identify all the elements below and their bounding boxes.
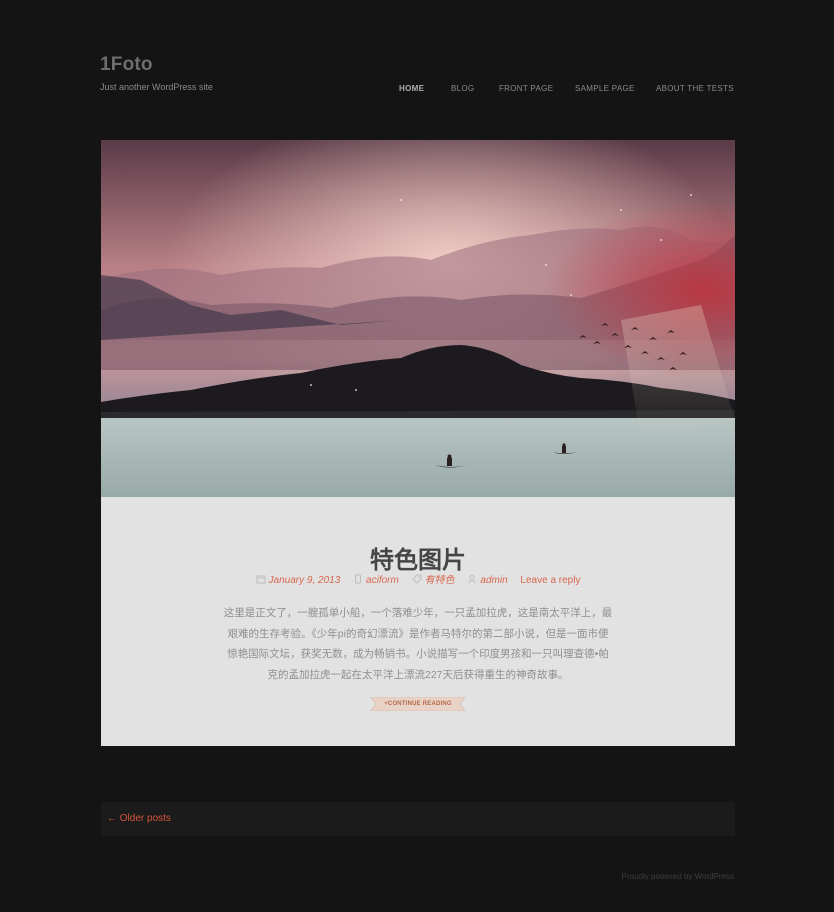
continue-reading-button[interactable]: +CONTINUE READING [371,697,465,711]
post-excerpt: 这里是正文了，一艘孤单小船，一个落难少年，一只孟加拉虎，这是南太平洋上，最 艰难… [219,603,617,685]
post-date[interactable]: January 9, 2013 [256,574,341,586]
post-title[interactable]: 特色图片 [101,540,735,575]
post-category[interactable]: aciform [353,574,399,586]
post-author-label: admin [480,575,508,586]
post-category-label: aciform [366,575,399,586]
footer-credit[interactable]: Proudly powered by WordPress [622,872,734,881]
nav-item-home[interactable]: HOME [399,84,424,93]
folder-icon [353,574,363,584]
post-date-label: January 9, 2013 [268,575,341,586]
pagination-bar: ← Older posts [101,802,735,836]
post-tag[interactable]: 有特色 [411,571,455,586]
older-posts-link[interactable]: ← Older posts [107,813,171,824]
nav-item-front-page[interactable]: FRONT PAGE [499,84,553,93]
calendar-icon [256,574,266,584]
excerpt-line: 这里是正文了，一艘孤单小船，一个落难少年，一只孟加拉虎，这是南太平洋上，最 [223,607,613,619]
nav-item-sample-page[interactable]: SAMPLE PAGE [575,84,635,93]
post-meta: January 9, 2013 aciform 有特色 admin Leave … [101,571,735,586]
user-icon [467,574,477,584]
post-author[interactable]: admin [467,574,508,586]
post-tag-label: 有特色 [424,575,455,586]
leave-reply-link[interactable]: Leave a reply [520,575,580,586]
nav-item-blog[interactable]: BLOG [451,84,474,93]
continue-reading-label: +CONTINUE READING [384,701,452,707]
site-description: Just another WordPress site [100,82,213,92]
excerpt-line: 克的孟加拉虎一起在太平洋上漂流227天后获得重生的神奇故事。 [267,668,569,681]
excerpt-line: 艰难的生存考验。《少年pi的奇幻漂流》是作者马特尔的第二部小说，但是一面市便 [227,627,609,640]
site-title[interactable]: 1Foto [100,54,153,76]
post-card: 特色图片 January 9, 2013 aciform 有特色 admin L… [101,140,735,746]
tag-icon [411,574,422,584]
featured-image[interactable] [101,140,735,497]
nav-item-about-the-tests[interactable]: ABOUT THE TESTS [656,84,734,93]
excerpt-line: 惊艳国际文坛，获奖无数，成为畅销书。小说描写一个印度男孩和一只叫理查德•帕 [227,648,609,660]
